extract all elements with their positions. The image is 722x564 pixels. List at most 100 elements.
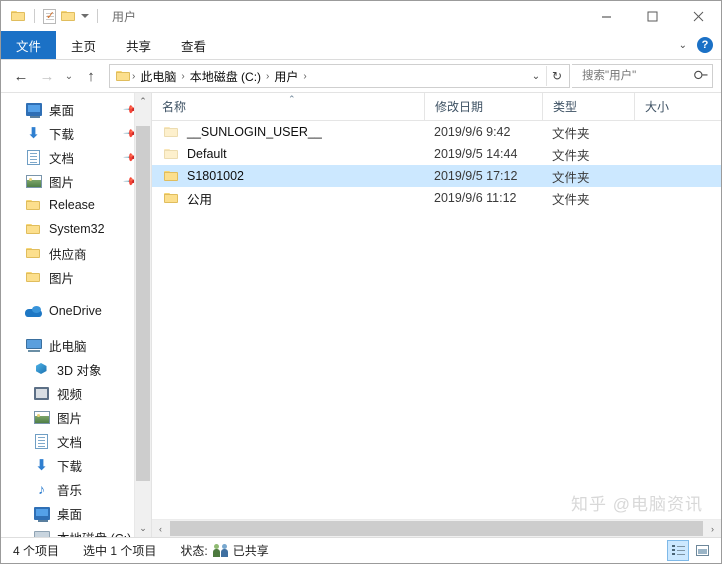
properties-icon[interactable]: ✓	[43, 8, 56, 24]
column-header-name[interactable]: 名称 ⌃	[152, 93, 424, 120]
details-view-icon[interactable]	[667, 540, 689, 561]
table-row[interactable]: Default 2019/9/5 14:44 文件夹	[152, 143, 721, 165]
breadcrumb-item-this-pc[interactable]: 此电脑	[136, 68, 180, 85]
documents-icon	[33, 433, 50, 450]
window-title: 用户	[112, 9, 137, 24]
scroll-left-arrow-icon[interactable]: ‹	[152, 520, 169, 537]
forward-button[interactable]: →	[35, 64, 59, 88]
sidebar-item-release[interactable]: Release	[1, 193, 151, 217]
recent-locations-chevron-down-icon[interactable]: ⌄	[61, 64, 77, 88]
file-date-cell: 2019/9/5 14:44	[434, 147, 518, 161]
ribbon-expand-chevron-down-icon[interactable]: ⌄	[679, 40, 687, 51]
hscrollbar-thumb[interactable]	[170, 521, 703, 536]
close-button[interactable]	[675, 1, 721, 31]
file-list-horizontal-scrollbar[interactable]: ‹ ›	[152, 519, 721, 537]
breadcrumb-folder-icon[interactable]	[116, 70, 131, 82]
sidebar-item-onedrive[interactable]: OneDrive	[1, 299, 151, 323]
sidebar-item-suppliers[interactable]: 供应商	[1, 241, 151, 265]
up-button[interactable]: ↑	[79, 64, 103, 88]
sidebar-item-videos[interactable]: 视频	[1, 381, 151, 405]
folder-icon	[164, 126, 179, 138]
sidebar-item-desktop-pc[interactable]: 桌面	[1, 501, 151, 525]
tab-home[interactable]: 主页	[56, 31, 111, 59]
scroll-down-arrow-icon[interactable]: ⌄	[135, 520, 151, 537]
sidebar-item-desktop[interactable]: 桌面 📌	[1, 97, 151, 121]
sidebar-item-music[interactable]: ♪ 音乐	[1, 477, 151, 501]
file-rows: __SUNLOGIN_USER__ 2019/9/6 9:42 文件夹 Defa…	[152, 121, 721, 519]
file-name-cell: 公用	[152, 189, 424, 208]
qat-chevron-down-icon[interactable]	[81, 14, 89, 18]
large-icons-view-icon[interactable]	[691, 540, 713, 561]
scrollbar-thumb[interactable]	[136, 126, 150, 481]
scroll-right-arrow-icon[interactable]: ›	[704, 520, 721, 537]
sidebar-item-downloads-pc[interactable]: ⬇ 下载	[1, 453, 151, 477]
sidebar-item-system32[interactable]: System32	[1, 217, 151, 241]
breadcrumb-separator-3[interactable]: ›	[302, 71, 307, 82]
tab-share[interactable]: 共享	[111, 31, 166, 59]
file-name-cell: __SUNLOGIN_USER__	[152, 125, 424, 139]
sort-ascending-icon: ⌃	[288, 94, 296, 104]
maximize-button[interactable]	[629, 1, 675, 31]
file-date-cell: 2019/9/6 11:12	[434, 191, 517, 205]
column-header-size[interactable]: 大小	[634, 93, 704, 120]
drive-icon	[33, 529, 50, 537]
address-chevron-down-icon[interactable]: ⌄	[526, 66, 546, 86]
folder-icon	[164, 148, 179, 160]
sidebar-item-local-disk-c[interactable]: 本地磁盘 (C:)	[1, 525, 151, 537]
download-icon: ⬇	[27, 124, 40, 142]
view-mode-buttons	[667, 540, 713, 561]
minimize-button[interactable]	[583, 1, 629, 31]
column-headers: 名称 ⌃ 修改日期 类型 大小	[152, 93, 721, 121]
folder-icon	[25, 245, 42, 262]
new-folder-icon[interactable]	[61, 10, 76, 22]
sidebar-item-label: 3D 对象	[57, 363, 102, 378]
back-button[interactable]: ←	[9, 64, 33, 88]
navigation-list: 桌面 📌 ⬇ 下载 📌 文档 📌 图片 📌 Release System32 供…	[1, 93, 151, 537]
sidebar-item-3d-objects[interactable]: 3D 对象	[1, 357, 151, 381]
table-row[interactable]: __SUNLOGIN_USER__ 2019/9/6 9:42 文件夹	[152, 121, 721, 143]
folder-icon	[25, 197, 42, 214]
table-row[interactable]: 公用 2019/9/6 11:12 文件夹	[152, 187, 721, 209]
sidebar-item-pictures[interactable]: 图片 📌	[1, 169, 151, 193]
address-bar-icons: ⌄ ↻	[526, 66, 567, 86]
desktop-icon	[33, 505, 50, 522]
sidebar-gap-2	[1, 323, 151, 333]
folder-icon[interactable]	[11, 10, 26, 22]
sidebar-item-this-pc[interactable]: 此电脑	[1, 333, 151, 357]
breadcrumb[interactable]: › 此电脑 › 本地磁盘 (C:) › 用户 › ⌄ ↻	[109, 64, 570, 88]
sidebar-item-pictures-pc[interactable]: 图片	[1, 405, 151, 429]
tab-file[interactable]: 文件	[1, 31, 57, 59]
column-header-label: 大小	[645, 100, 670, 114]
column-header-label: 修改日期	[435, 100, 484, 114]
help-icon[interactable]: ?	[697, 37, 713, 53]
sidebar-item-documents[interactable]: 文档 📌	[1, 145, 151, 169]
desktop-icon	[25, 101, 42, 118]
sidebar-item-label: 文档	[49, 151, 75, 166]
navigation-scrollbar[interactable]: ⌃ ⌄	[134, 93, 151, 537]
table-row[interactable]: S1801002 2019/9/5 17:12 文件夹	[152, 165, 721, 187]
column-header-date[interactable]: 修改日期	[424, 93, 542, 120]
sidebar-item-documents-pc[interactable]: 文档	[1, 429, 151, 453]
refresh-icon[interactable]: ↻	[546, 66, 567, 86]
file-date-cell: 2019/9/5 17:12	[434, 169, 518, 183]
search-box[interactable]	[572, 64, 713, 88]
breadcrumb-item-users[interactable]: 用户	[270, 68, 302, 85]
documents-icon	[25, 149, 42, 166]
column-header-type[interactable]: 类型	[542, 93, 634, 120]
file-name: 公用	[187, 192, 213, 207]
column-header-label: 类型	[553, 100, 578, 114]
file-name-cell: S1801002	[152, 169, 424, 183]
breadcrumb-item-local-disk-c[interactable]: 本地磁盘 (C:)	[186, 68, 265, 85]
scroll-up-arrow-icon[interactable]: ⌃	[135, 93, 151, 110]
file-name-cell: Default	[152, 147, 424, 161]
sidebar-item-label: 下载	[57, 459, 83, 474]
ribbon-right-controls: ⌄ ?	[679, 31, 713, 59]
quick-access-toolbar: ✓ 用户	[1, 8, 136, 25]
sidebar-item-pictures-folder[interactable]: 图片	[1, 265, 151, 289]
sidebar-item-label: 图片	[49, 175, 75, 190]
sidebar-item-downloads[interactable]: ⬇ 下载 📌	[1, 121, 151, 145]
search-input[interactable]	[580, 69, 695, 83]
tab-view[interactable]: 查看	[166, 31, 221, 59]
title-bar: ✓ 用户	[1, 1, 721, 31]
file-type-cell: 文件夹	[552, 170, 590, 185]
